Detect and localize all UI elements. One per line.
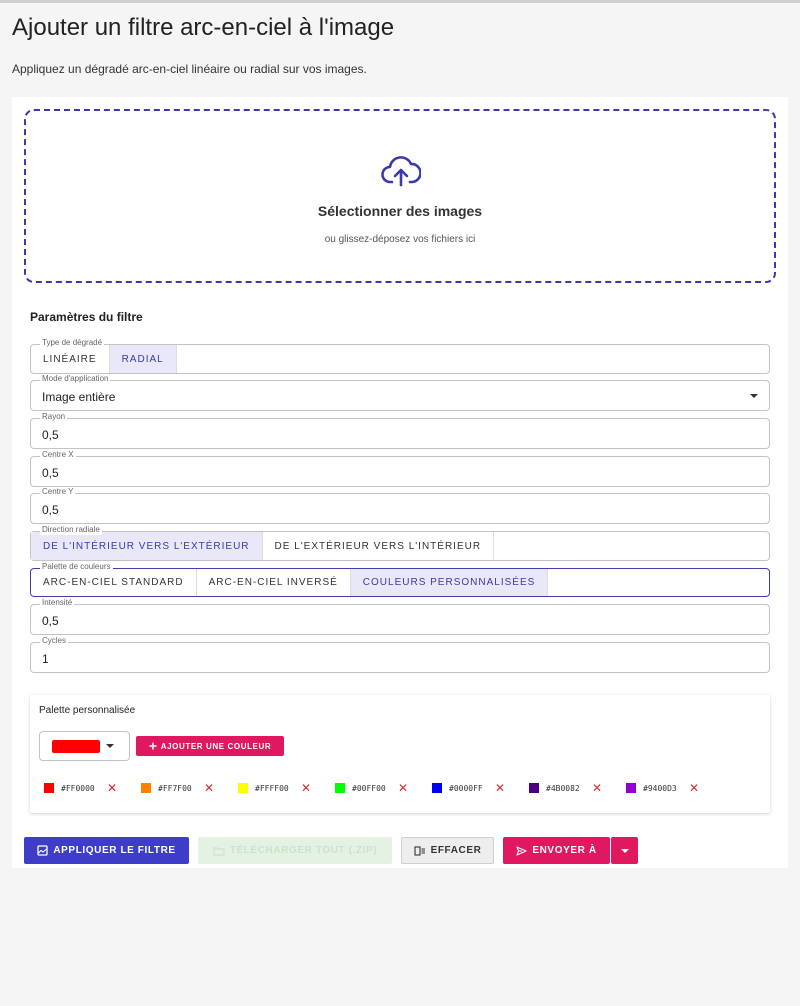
color-chip-swatch — [529, 783, 539, 793]
color-chip-hex: #FFFF00 — [255, 783, 289, 793]
color-chip-hex: #FF0000 — [61, 783, 95, 793]
center-y-value: 0,5 — [42, 503, 59, 517]
gradient-type-group: LINÉAIRE RADIAL Type de dégradé — [30, 338, 770, 374]
page-title: Ajouter un filtre arc-en-ciel à l'image — [12, 14, 395, 41]
direction-outside-in[interactable]: DE L'EXTÉRIEUR VERS L'INTÉRIEUR — [263, 532, 495, 560]
color-picker[interactable] — [39, 731, 130, 761]
center-x-value: 0,5 — [42, 466, 59, 480]
color-chip-swatch — [626, 783, 636, 793]
top-divider — [0, 0, 800, 3]
intensity-value: 0,5 — [42, 614, 59, 628]
send-to-button[interactable]: ENVOYER À — [503, 837, 610, 864]
color-chip: #0000FF ✕ — [432, 782, 529, 794]
color-chip-swatch — [44, 783, 54, 793]
gradient-type-linear[interactable]: LINÉAIRE — [31, 345, 110, 373]
application-mode-value: Image entière — [42, 390, 116, 404]
clear-button[interactable]: EFFACER — [401, 837, 494, 864]
color-chip: #FF7F00 ✕ — [141, 782, 238, 794]
color-chip-hex: #4B0082 — [546, 783, 580, 793]
application-mode-label: Mode d'application — [40, 374, 111, 384]
custom-palette-title: Palette personnalisée — [39, 705, 136, 716]
color-chip-hex: #0000FF — [449, 783, 483, 793]
remove-color-icon[interactable]: ✕ — [689, 782, 699, 794]
image-dropzone[interactable]: Sélectionner des images ou glissez-dépos… — [24, 109, 776, 283]
send-to-dropdown-button[interactable] — [611, 837, 638, 864]
radial-direction-label: Direction radiale — [40, 525, 102, 535]
color-palette-group: ARC-EN-CIEL STANDARD ARC-EN-CIEL INVERSÉ… — [30, 562, 770, 597]
intensity-label: Intensité — [40, 598, 75, 608]
remove-color-icon[interactable]: ✕ — [301, 782, 311, 794]
add-color-button[interactable]: AJOUTER UNE COULEUR — [136, 736, 284, 756]
download-zip-label: TÉLÉCHARGER TOUT (.ZIP) — [229, 845, 378, 856]
palette-inverted[interactable]: ARC-EN-CIEL INVERSÉ — [197, 569, 351, 596]
application-mode-select[interactable]: Mode d'application Image entière — [30, 374, 770, 411]
palette-standard[interactable]: ARC-EN-CIEL STANDARD — [31, 569, 197, 596]
palette-custom[interactable]: COULEURS PERSONNALISÉES — [350, 569, 549, 596]
dropzone-title: Sélectionner des images — [317, 203, 483, 219]
color-chip-list: #FF0000 ✕ #FF7F00 ✕ #FFFF00 ✕ #00FF00 ✕ #0000FF ✕… — [44, 782, 723, 794]
clear-label: EFFACER — [430, 845, 482, 856]
center-x-label: Centre X — [40, 450, 76, 460]
apply-filter-label: APPLIQUER LE FILTRE — [53, 845, 176, 856]
chevron-down-icon — [106, 744, 114, 748]
radius-value: 0,5 — [42, 428, 59, 442]
color-chip: #4B0082 ✕ — [529, 782, 626, 794]
radial-direction-group: DE L'INTÉRIEUR VERS L'EXTÉRIEUR DE L'EXT… — [30, 525, 770, 561]
filter-settings-title: Paramètres du filtre — [30, 310, 143, 324]
folder-icon — [213, 846, 225, 856]
color-chip: #FFFF00 ✕ — [238, 782, 335, 794]
gradient-type-radial[interactable]: RADIAL — [109, 345, 177, 373]
page-subtitle: Appliquez un dégradé arc-en-ciel linéair… — [12, 62, 367, 76]
image-filter-icon — [37, 845, 48, 856]
apply-filter-button[interactable]: APPLIQUER LE FILTRE — [24, 837, 189, 864]
gradient-type-label: Type de dégradé — [40, 338, 105, 348]
radius-field[interactable]: Rayon 0,5 — [30, 412, 770, 449]
color-palette-label: Palette de couleurs — [40, 562, 113, 572]
color-swatch — [52, 740, 100, 753]
download-zip-button[interactable]: TÉLÉCHARGER TOUT (.ZIP) — [198, 837, 392, 864]
color-chip-swatch — [238, 783, 248, 793]
color-chip-hex: #9400D3 — [643, 783, 677, 793]
color-chip-swatch — [432, 783, 442, 793]
radius-label: Rayon — [40, 412, 68, 422]
cycles-field[interactable]: Cycles 1 — [30, 636, 770, 673]
remove-color-icon[interactable]: ✕ — [398, 782, 408, 794]
cycles-label: Cycles — [40, 636, 69, 646]
remove-color-icon[interactable]: ✕ — [204, 782, 214, 794]
center-y-field[interactable]: Centre Y 0,5 — [30, 487, 770, 524]
remove-color-icon[interactable]: ✕ — [592, 782, 602, 794]
custom-palette-card: Palette personnalisée AJOUTER UNE COULEU… — [30, 695, 770, 813]
main-card: Sélectionner des images ou glissez-dépos… — [12, 97, 788, 868]
remove-color-icon[interactable]: ✕ — [495, 782, 505, 794]
plus-icon — [149, 742, 157, 750]
clear-icon — [414, 845, 426, 856]
send-to-label: ENVOYER À — [532, 845, 597, 856]
color-chip-swatch — [335, 783, 345, 793]
color-chip-hex: #FF7F00 — [158, 783, 192, 793]
add-color-label: AJOUTER UNE COULEUR — [160, 741, 272, 751]
color-chip: #00FF00 ✕ — [335, 782, 432, 794]
send-icon — [516, 845, 527, 856]
remove-color-icon[interactable]: ✕ — [107, 782, 117, 794]
chevron-down-icon — [750, 394, 758, 398]
cycles-value: 1 — [42, 652, 49, 666]
color-chip: #FF0000 ✕ — [44, 782, 141, 794]
dropzone-subtitle: ou glissez-déposez vos fichiers ici — [324, 234, 476, 245]
color-chip-hex: #00FF00 — [352, 783, 386, 793]
color-chip-swatch — [141, 783, 151, 793]
intensity-field[interactable]: Intensité 0,5 — [30, 598, 770, 635]
chevron-down-icon — [620, 848, 629, 853]
direction-inside-out[interactable]: DE L'INTÉRIEUR VERS L'EXTÉRIEUR — [31, 532, 263, 560]
color-chip: #9400D3 ✕ — [626, 782, 723, 794]
cloud-upload-icon — [381, 154, 421, 188]
center-x-field[interactable]: Centre X 0,5 — [30, 450, 770, 487]
center-y-label: Centre Y — [40, 487, 76, 497]
